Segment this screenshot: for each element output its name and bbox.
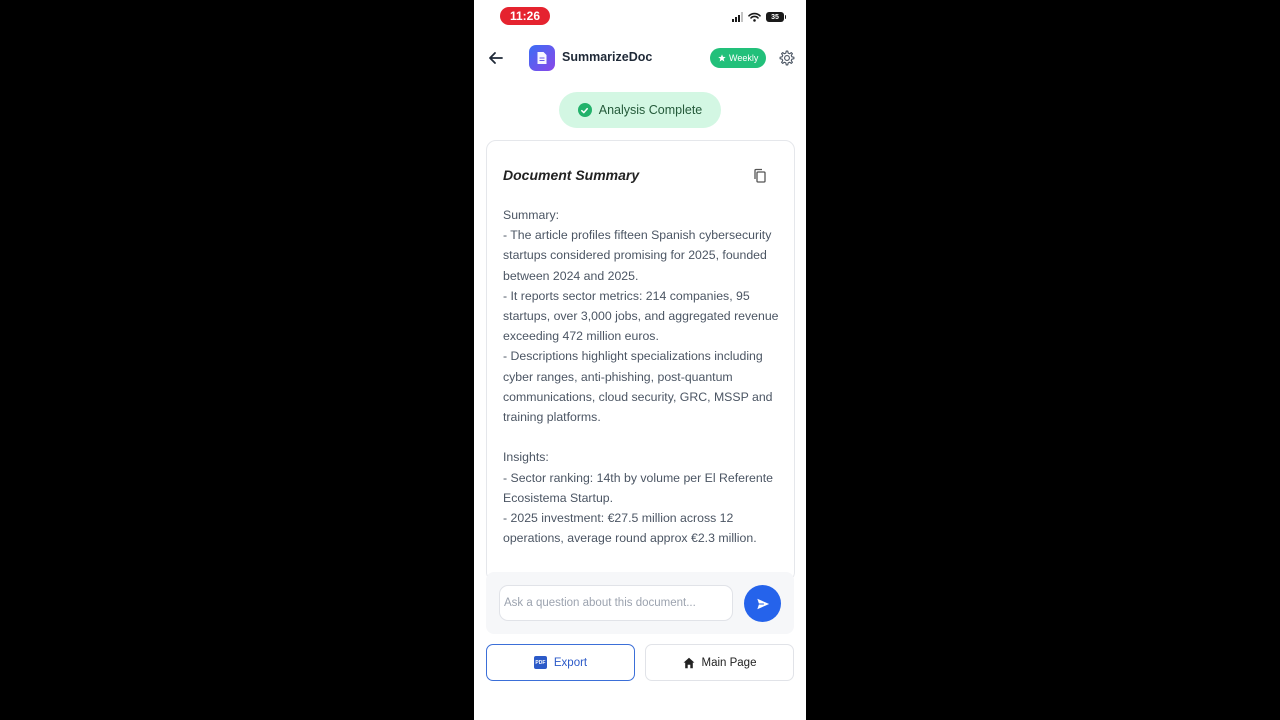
check-circle-icon [577, 103, 592, 117]
weekly-badge: Weekly [710, 48, 767, 68]
main-page-button[interactable]: Main Page [645, 644, 794, 681]
document-icon [537, 52, 547, 64]
summary-text: Summary: - The article profiles fifteen … [503, 208, 779, 546]
ask-bar [486, 572, 794, 634]
status-icons: 35 [732, 12, 786, 22]
star-icon [718, 54, 726, 62]
ask-question-input[interactable] [499, 585, 733, 621]
gear-icon[interactable] [778, 49, 796, 67]
home-icon [683, 657, 694, 668]
send-icon [756, 598, 769, 609]
status-time: 11:26 [500, 7, 550, 25]
app-header: SummarizeDoc Weekly [474, 40, 806, 76]
copy-icon[interactable] [751, 167, 769, 185]
analysis-status-label: Analysis Complete [598, 103, 703, 117]
app-logo [529, 45, 555, 71]
send-button[interactable] [744, 585, 781, 622]
battery-icon: 35 [766, 12, 786, 22]
weekly-badge-label: Weekly [729, 53, 759, 63]
signal-icon [732, 12, 743, 22]
summary-card[interactable]: Document Summary Summary: - The article … [486, 140, 795, 582]
arrow-left-icon[interactable] [486, 48, 506, 68]
export-button[interactable]: PDF Export [486, 644, 635, 681]
pdf-icon: PDF [533, 656, 547, 669]
wifi-icon [748, 12, 761, 22]
app-title: SummarizeDoc [562, 50, 653, 64]
export-button-label: Export [553, 656, 588, 669]
main-page-button-label: Main Page [701, 656, 757, 669]
analysis-status-pill: Analysis Complete [559, 92, 721, 128]
summary-title: Document Summary [503, 167, 640, 183]
phone-screen: 11:26 35 SummarizeDoc Weekly Analysis Co… [474, 0, 806, 720]
